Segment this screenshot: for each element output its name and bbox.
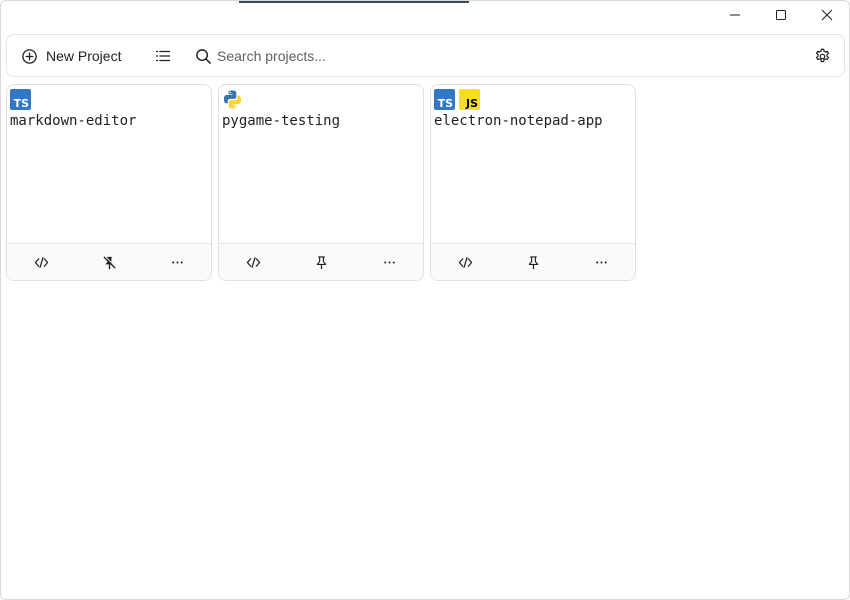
- project-card-actions: [219, 243, 423, 280]
- title-bar[interactable]: [1, 1, 850, 29]
- minimize-button[interactable]: [712, 1, 758, 29]
- language-badges: TS: [10, 89, 31, 110]
- typescript-icon: TS: [10, 89, 31, 110]
- code-icon: [34, 256, 48, 268]
- close-button[interactable]: [804, 1, 850, 29]
- search-box: [195, 45, 517, 67]
- project-card[interactable]: TS markdown-editor: [6, 84, 212, 281]
- project-name: markdown-editor: [10, 113, 137, 129]
- project-card-actions: [431, 243, 635, 280]
- project-card-body[interactable]: TS JS electron-notepad-app: [431, 85, 635, 246]
- language-badges: [222, 89, 243, 110]
- typescript-icon: TS: [434, 89, 455, 110]
- gear-icon: [815, 48, 829, 62]
- python-icon: [223, 90, 242, 109]
- project-name: pygame-testing: [222, 113, 341, 129]
- open-code-button[interactable]: [445, 248, 485, 276]
- new-project-button[interactable]: New Project: [21, 45, 121, 67]
- more-horizontal-icon: [595, 260, 607, 264]
- open-code-button[interactable]: [233, 248, 273, 276]
- project-card-body[interactable]: pygame-testing: [219, 85, 423, 246]
- new-project-label: New Project: [46, 48, 122, 64]
- more-options-button[interactable]: [369, 248, 409, 276]
- pin-button[interactable]: [513, 248, 553, 276]
- project-grid: TS markdown-editor pygame-testing TS JS …: [6, 84, 636, 281]
- close-icon: [821, 9, 833, 21]
- plus-circle-icon: [22, 48, 37, 64]
- code-icon: [458, 256, 472, 268]
- settings-button[interactable]: [811, 45, 833, 67]
- maximize-icon: [776, 10, 786, 20]
- project-name: electron-notepad-app: [434, 113, 603, 129]
- code-icon: [246, 256, 260, 268]
- app-window: New Project Search projects... TS markdo…: [0, 0, 850, 600]
- pin-button[interactable]: [301, 248, 341, 276]
- language-badges: TS JS: [434, 89, 480, 110]
- pin-icon: [316, 255, 326, 269]
- list-view-button[interactable]: [152, 45, 174, 67]
- javascript-icon: JS: [459, 89, 480, 110]
- minimize-icon: [730, 14, 740, 16]
- pin-icon: [528, 255, 538, 269]
- project-card-body[interactable]: TS markdown-editor: [7, 85, 211, 246]
- project-card[interactable]: TS JS electron-notepad-app: [430, 84, 636, 281]
- title-drag-indicator: [239, 1, 469, 3]
- maximize-button[interactable]: [758, 1, 804, 29]
- search-icon: [196, 48, 211, 64]
- project-card[interactable]: pygame-testing: [218, 84, 424, 281]
- pin-off-icon: [102, 255, 116, 269]
- search-input[interactable]: [217, 48, 517, 64]
- open-code-button[interactable]: [21, 248, 61, 276]
- more-options-button[interactable]: [581, 248, 621, 276]
- list-icon: [155, 50, 171, 62]
- unpin-button[interactable]: [89, 248, 129, 276]
- more-horizontal-icon: [171, 260, 183, 264]
- project-card-actions: [7, 243, 211, 280]
- more-options-button[interactable]: [157, 248, 197, 276]
- toolbar: New Project: [6, 34, 845, 77]
- more-horizontal-icon: [383, 260, 395, 264]
